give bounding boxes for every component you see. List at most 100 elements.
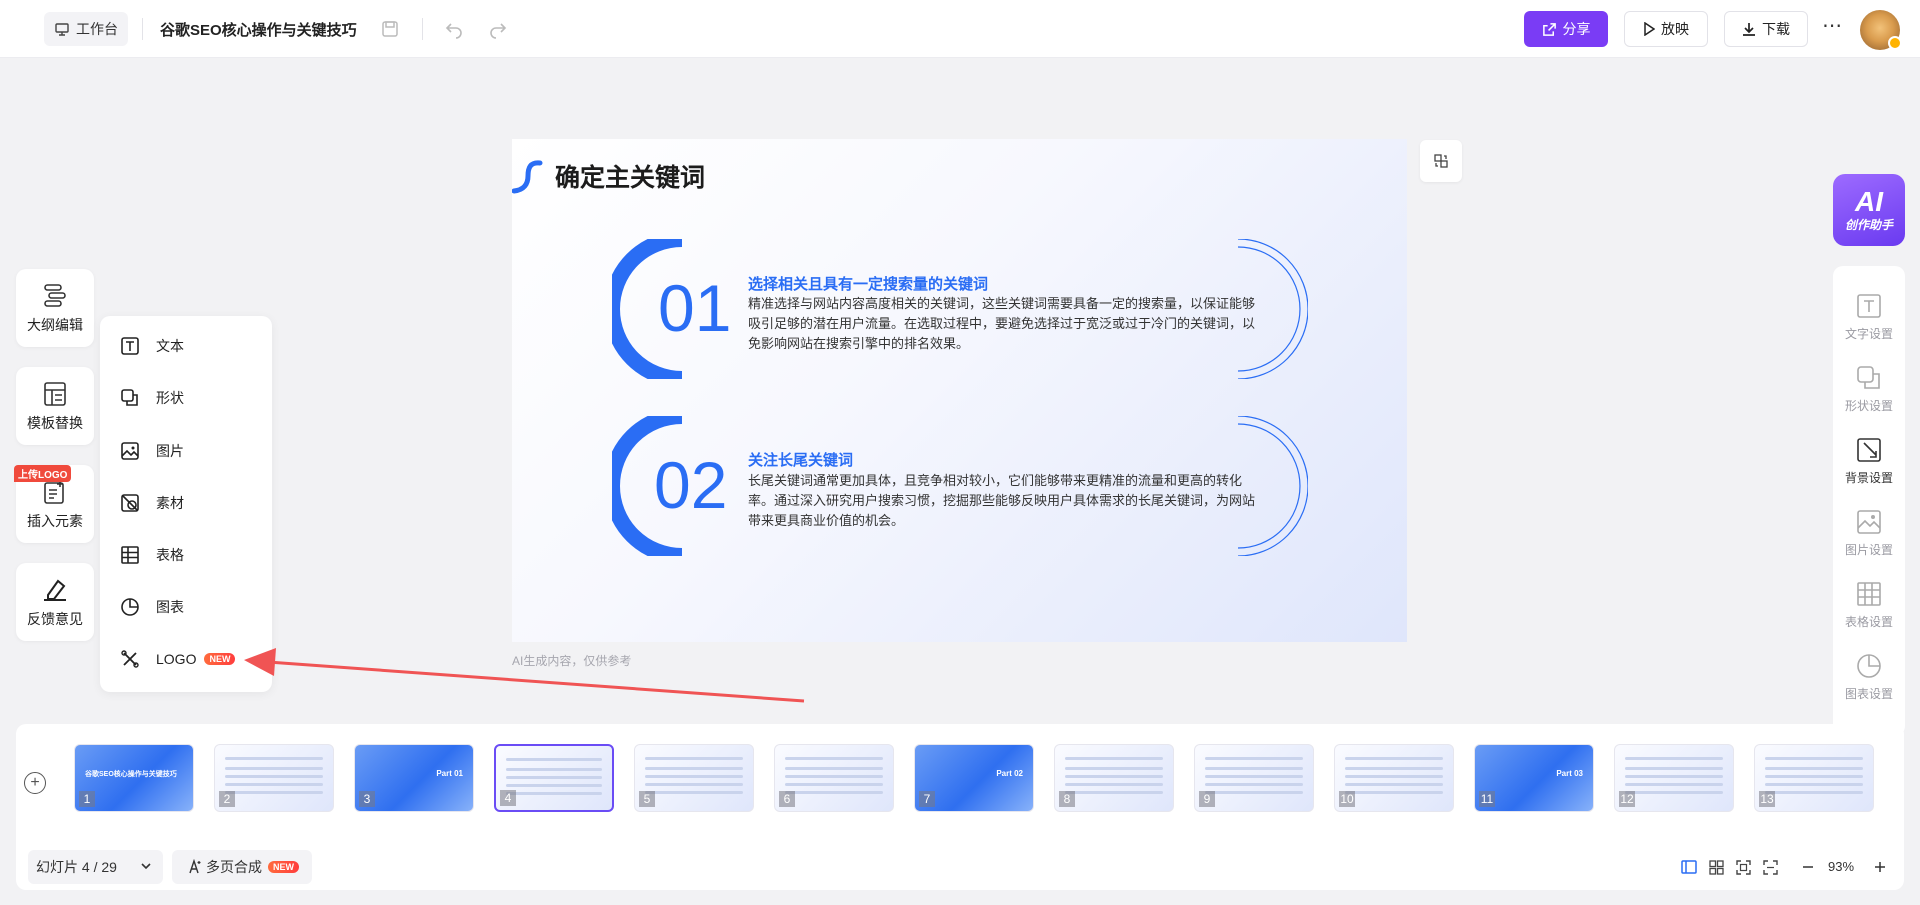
- thumbnail-line: [225, 791, 323, 794]
- thumbnail-number: 10: [1339, 791, 1355, 807]
- ai-sparkle-icon: [189, 859, 201, 874]
- thumbnail-number: 11: [1479, 791, 1495, 807]
- thumbnail-line: [1765, 791, 1863, 794]
- image-settings-label: 图片设置: [1844, 543, 1893, 557]
- thumbnail-line: [1625, 757, 1723, 760]
- thumbnail-number: 7: [919, 791, 935, 807]
- table-settings-label: 表格设置: [1844, 615, 1893, 629]
- thumbnail-line: [1765, 783, 1863, 786]
- text-settings-icon: [1857, 294, 1881, 318]
- chart-settings-icon: [1857, 654, 1881, 678]
- thumbnail-line: [1625, 767, 1723, 770]
- thumbnail-line: [1625, 791, 1723, 794]
- slide-thumbnail[interactable]: 2: [214, 744, 334, 812]
- thumbnail-line: [785, 791, 883, 794]
- merge-label: 多页合成: [206, 859, 262, 875]
- thumbnail-line: [225, 775, 323, 778]
- thumbnail-line: [1065, 775, 1163, 778]
- thumbnail-line: [1205, 775, 1303, 778]
- thumbnail-line: [1345, 791, 1443, 794]
- thumbnail-line: [1065, 757, 1163, 760]
- slide-pager[interactable]: 幻灯片 4 / 29: [28, 850, 163, 884]
- thumbnail-number: 6: [779, 791, 795, 807]
- slide-thumbnail[interactable]: 4: [494, 744, 614, 812]
- zoom-in-icon[interactable]: [1871, 858, 1889, 876]
- thumbnail-line: [1205, 783, 1303, 786]
- thumbnail-line: [225, 757, 323, 760]
- thumbnail-text: Part 02: [996, 769, 1023, 778]
- thumbnail-number: 13: [1759, 791, 1775, 807]
- thumbnail-line: [1205, 757, 1303, 760]
- chart-settings-label: 图表设置: [1844, 687, 1893, 701]
- thumbnail-line: [785, 757, 883, 760]
- thumbnail-number: 8: [1059, 791, 1075, 807]
- thumbnail-number: 2: [219, 791, 235, 807]
- shape-settings-button[interactable]: 形状设置: [1833, 365, 1905, 414]
- thumbnail-line: [1205, 791, 1303, 794]
- slide-thumbnail[interactable]: 6: [774, 744, 894, 812]
- slide-thumbnail[interactable]: 8: [1054, 744, 1174, 812]
- chart-settings-button[interactable]: 图表设置: [1833, 653, 1905, 702]
- thumbnail-line: [1345, 757, 1443, 760]
- new-badge: NEW: [268, 861, 299, 873]
- slide-thumbnail[interactable]: Part 02 7: [914, 744, 1034, 812]
- slide-thumbnail[interactable]: 5: [634, 744, 754, 812]
- thumbnail-line: [785, 775, 883, 778]
- thumbnail-text: Part 01: [436, 769, 463, 778]
- image-settings-icon: [1857, 510, 1881, 534]
- image-settings-button[interactable]: 图片设置: [1833, 509, 1905, 558]
- thumbnail-line: [1205, 767, 1303, 770]
- thumbnail-line: [785, 767, 883, 770]
- slide-thumbnail[interactable]: Part 03 11: [1474, 744, 1594, 812]
- thumbnail-number: 3: [359, 791, 375, 807]
- thumbnail-line: [785, 783, 883, 786]
- thumbnail-number: 1: [79, 791, 95, 807]
- slide-thumbnail[interactable]: 13: [1754, 744, 1874, 812]
- shape-settings-label: 形状设置: [1844, 399, 1893, 413]
- thumbnail-text: Part 03: [1556, 769, 1583, 778]
- table-settings-icon: [1857, 582, 1881, 606]
- single-view-icon[interactable]: [1680, 858, 1698, 876]
- thumbnail-line: [1345, 767, 1443, 770]
- multi-page-merge-button[interactable]: 多页合成 NEW: [172, 850, 312, 884]
- thumbnail-line: [506, 768, 602, 771]
- fit-screen-icon[interactable]: [1734, 858, 1752, 876]
- thumbnail-line: [1765, 757, 1863, 760]
- thumbnail-line: [1065, 767, 1163, 770]
- thumbnail-text: 谷歌SEO核心操作与关键技巧: [85, 771, 177, 778]
- thumbnail-line: [506, 784, 602, 787]
- shape-settings-icon: [1857, 366, 1880, 389]
- ai-subtitle: 创作助手: [1844, 217, 1893, 232]
- thumbnail-line: [1345, 775, 1443, 778]
- thumbnail-number: 5: [639, 791, 655, 807]
- text-settings-button[interactable]: 文字设置: [1833, 293, 1905, 342]
- ai-title: AI: [1855, 185, 1883, 217]
- zoom-out-icon[interactable]: [1799, 858, 1817, 876]
- thumbnail-line: [645, 775, 743, 778]
- thumbnail-line: [225, 783, 323, 786]
- add-slide-icon[interactable]: +: [24, 772, 46, 794]
- pager-label: 幻灯片 4 / 29: [36, 859, 117, 875]
- slide-thumbnail[interactable]: Part 01 3: [354, 744, 474, 812]
- slide-thumbnail[interactable]: 12: [1614, 744, 1734, 812]
- ai-assistant-button[interactable]: AI 创作助手: [1833, 174, 1905, 246]
- thumbnail-line: [645, 757, 743, 760]
- table-settings-button[interactable]: 表格设置: [1833, 581, 1905, 630]
- thumbnail-line: [225, 767, 323, 770]
- thumbnail-line: [645, 791, 743, 794]
- thumbnail-number: 9: [1199, 791, 1215, 807]
- slide-thumbnail[interactable]: 10: [1334, 744, 1454, 812]
- thumbnail-line: [1065, 783, 1163, 786]
- background-settings-icon: [1857, 438, 1881, 462]
- slide-thumbnail[interactable]: 9: [1194, 744, 1314, 812]
- fullscreen-icon[interactable]: [1761, 858, 1779, 876]
- background-settings-button[interactable]: 背景设置: [1833, 437, 1905, 486]
- thumbnail-line: [1765, 767, 1863, 770]
- grid-view-icon[interactable]: [1707, 858, 1725, 876]
- text-settings-label: 文字设置: [1844, 327, 1893, 341]
- slide-thumbnail[interactable]: 谷歌SEO核心操作与关键技巧 1: [74, 744, 194, 812]
- thumbnail-line: [1065, 791, 1163, 794]
- thumbnail-line: [1345, 783, 1443, 786]
- thumbnail-line: [1625, 783, 1723, 786]
- thumbnail-line: [645, 767, 743, 770]
